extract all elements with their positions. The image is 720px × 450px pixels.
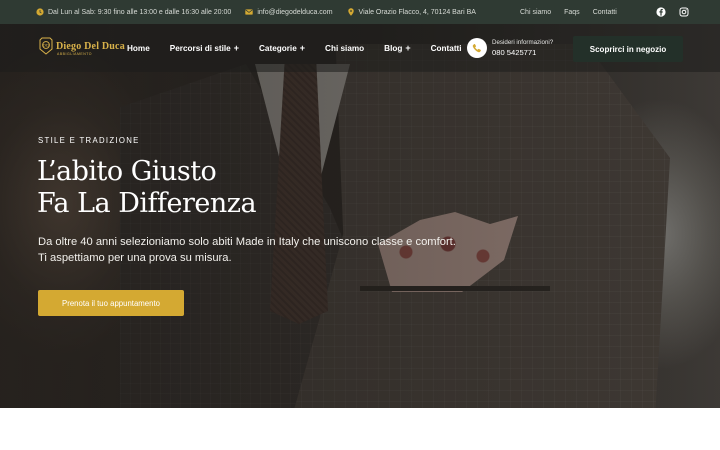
top-bar: Dal Lun al Sab: 9:30 fino alle 13:00 e d… <box>0 0 720 24</box>
email-link[interactable]: info@diegodelduca.com <box>245 8 333 16</box>
envelope-icon <box>245 8 254 16</box>
menu-label: Contatti <box>430 43 462 53</box>
menu-label: Categorie <box>259 43 297 53</box>
clock-icon <box>36 8 44 16</box>
top-link-contatti[interactable]: Contatti <box>593 9 617 16</box>
address-link[interactable]: Viale Orazio Flacco, 4, 70124 Bari BA <box>347 8 476 16</box>
headline-line-2: Fa La Differenza <box>37 188 257 219</box>
hero-headline: L’abito Giusto Fa La Differenza <box>37 156 257 220</box>
top-link-faqs[interactable]: Faqs <box>564 9 580 16</box>
phone-support-icon <box>467 38 487 58</box>
site-logo[interactable]: DD Diego Del Duca ABBIGLIAMENTO <box>38 37 125 56</box>
social-links <box>656 7 702 17</box>
menu-label: Blog <box>384 43 403 53</box>
menu-item-blog[interactable]: Blog + <box>384 43 410 53</box>
hero-subtitle: Da oltre 40 anni selezioniamo solo abiti… <box>38 234 456 266</box>
menu-item-home[interactable]: Home <box>127 44 150 53</box>
logo-emblem-icon: DD <box>38 37 54 55</box>
instagram-icon[interactable] <box>679 7 689 17</box>
menu-label: Chi siamo <box>325 43 365 53</box>
menu-item-chi-siamo[interactable]: Chi siamo <box>325 44 364 53</box>
top-link-chi-siamo[interactable]: Chi siamo <box>520 9 551 16</box>
contact-info[interactable]: Desideri informazioni? 080 5425771 <box>467 38 553 58</box>
facebook-icon[interactable] <box>656 7 666 17</box>
menu-label: Home <box>127 43 150 53</box>
contact-info-text: Desideri informazioni? 080 5425771 <box>492 38 553 58</box>
store-visit-button[interactable]: Scoprirci in negozio <box>573 36 683 62</box>
hero-kicker: STILE E TRADIZIONE <box>38 136 140 145</box>
info-label: Desideri informazioni? <box>492 39 554 46</box>
menu-item-percorsi-di-stile[interactable]: Percorsi di stile + <box>170 43 239 53</box>
plus-icon: + <box>233 43 239 53</box>
svg-text:DD: DD <box>43 43 49 48</box>
address-text: Viale Orazio Flacco, 4, 70124 Bari BA <box>358 8 476 16</box>
plus-icon: + <box>299 43 306 53</box>
headline-line-1: L’abito Giusto <box>37 156 217 187</box>
subtitle-line-1: Da oltre 40 anni selezioniamo solo abiti… <box>38 236 456 248</box>
opening-hours-text: Dal Lun al Sab: 9:30 fino alle 13:00 e d… <box>48 8 232 16</box>
menu-label: Percorsi di stile <box>169 43 231 53</box>
menu-item-categorie[interactable]: Categorie + <box>259 43 305 53</box>
logo-subtitle: ABBIGLIAMENTO <box>57 52 93 56</box>
plus-icon: + <box>405 43 411 53</box>
top-links: Chi siamo Faqs Contatti <box>520 0 630 24</box>
logo-text: Diego Del Duca <box>56 40 125 52</box>
book-appointment-button[interactable]: Prenota il tuo appuntamento <box>38 290 184 316</box>
subtitle-line-2: Ti aspettiamo per una prova su misura. <box>38 252 232 264</box>
email-text: info@diegodelduca.com <box>257 8 333 16</box>
map-pin-icon <box>347 8 355 16</box>
opening-hours: Dal Lun al Sab: 9:30 fino alle 13:00 e d… <box>36 8 231 16</box>
phone-number[interactable]: 080 5425771 <box>492 47 553 58</box>
menu-item-contatti[interactable]: Contatti <box>431 44 462 53</box>
main-menu: Home Percorsi di stile + Categorie + Chi s… <box>127 24 482 72</box>
